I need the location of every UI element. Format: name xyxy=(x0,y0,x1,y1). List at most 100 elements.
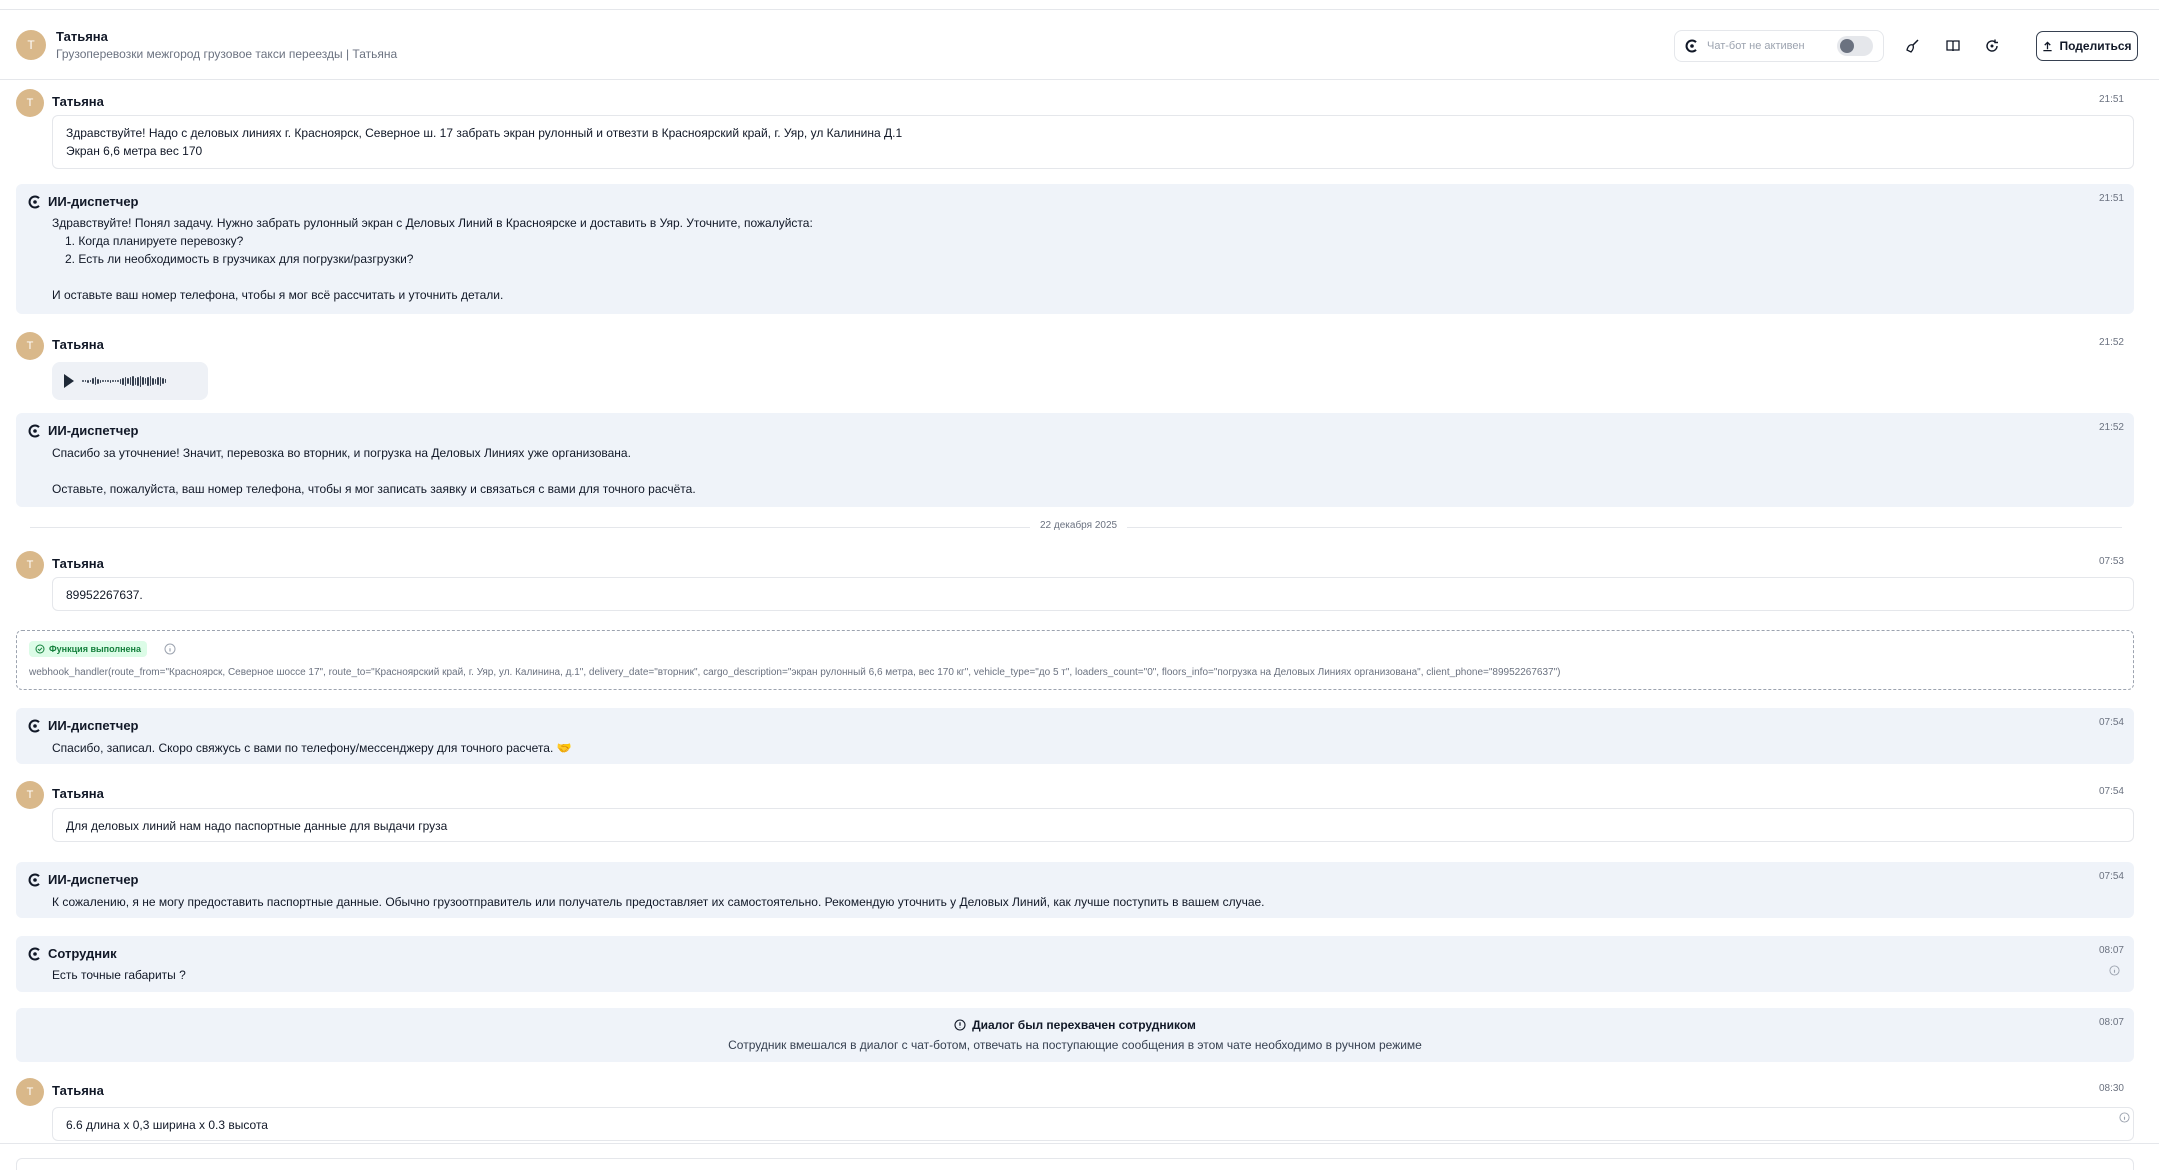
message-text: Здравствуйте! Надо с деловых линиях г. К… xyxy=(66,126,903,140)
contact-avatar: Т xyxy=(16,30,46,60)
share-label: Поделиться xyxy=(2059,39,2132,53)
waveform-bar xyxy=(144,378,146,384)
bottom-divider xyxy=(0,1143,2159,1144)
message-time: 08:30 xyxy=(2098,1083,2124,1094)
message-bubble: 6.6 длина х 0,3 ширина х 0.3 высота xyxy=(52,1107,2134,1141)
book-icon[interactable] xyxy=(1941,34,1965,58)
waveform-bar xyxy=(92,378,94,384)
message-text: Для деловых линий нам надо паспортные да… xyxy=(66,819,448,833)
share-button[interactable]: Поделиться xyxy=(2036,31,2138,61)
message-time: 21:51 xyxy=(2098,193,2124,204)
message-user: Т Татьяна 07:54 Для деловых линий нам на… xyxy=(16,781,2134,843)
waveform-bar xyxy=(84,380,86,382)
waveform-bar xyxy=(157,377,159,385)
message-author: Татьяна xyxy=(52,94,104,109)
message-time: 21:52 xyxy=(2098,422,2124,433)
message-user: Т Татьяна 08:30 6.6 длина х 0,3 ширина х… xyxy=(16,1078,2134,1142)
bot-logo-icon xyxy=(28,424,40,437)
message-text: Экран 6,6 метра вес 170 xyxy=(66,144,203,158)
message-text: И оставьте ваш номер телефона, чтобы я м… xyxy=(52,288,504,302)
message-bot: ИИ-диспетчер 21:52 Спасибо за уточнение!… xyxy=(16,413,2134,507)
message-author: Татьяна xyxy=(52,337,104,352)
message-text: 6.6 длина х 0,3 ширина х 0.3 высота xyxy=(66,1118,268,1132)
message-time: 21:52 xyxy=(2098,337,2124,348)
bot-logo-icon xyxy=(1685,39,1697,53)
bot-logo-icon xyxy=(28,947,40,960)
waveform-bar xyxy=(152,377,154,385)
user-avatar: Т xyxy=(16,551,44,579)
contact-subtitle: Грузоперевозки межгород грузовое такси п… xyxy=(56,47,398,61)
date-divider-label: 22 декабря 2025 xyxy=(1030,520,1128,531)
intercept-description: Сотрудник вмешался в диалог с чат-ботом,… xyxy=(728,1038,1422,1052)
waveform-bar xyxy=(142,377,144,385)
message-time: 08:07 xyxy=(2098,945,2124,956)
message-author: ИИ-диспетчер xyxy=(48,872,139,887)
message-user: Т Татьяна 21:51 Здравствуйте! Надо с дел… xyxy=(16,89,2134,169)
refresh-chat-icon[interactable] xyxy=(1980,34,2004,58)
upload-icon xyxy=(2043,40,2053,51)
broom-icon[interactable] xyxy=(1901,34,1925,58)
play-icon[interactable] xyxy=(64,374,74,388)
message-time: 07:53 xyxy=(2098,556,2124,567)
waveform-bar xyxy=(159,376,161,386)
info-icon[interactable] xyxy=(2109,965,2120,976)
waveform-bar xyxy=(119,378,121,384)
waveform-bar xyxy=(124,376,126,386)
message-text: К сожалению, я не могу предоставить пасп… xyxy=(52,895,1265,909)
check-circle-icon xyxy=(35,644,45,654)
waveform-bar xyxy=(82,380,84,382)
message-time: 07:54 xyxy=(2098,786,2124,797)
message-author: ИИ-диспетчер xyxy=(48,718,139,733)
intercept-title: Диалог был перехвачен сотрудником xyxy=(972,1018,1196,1032)
message-author: ИИ-диспетчер xyxy=(48,194,139,209)
bot-logo-icon xyxy=(28,195,40,208)
waveform-bar xyxy=(89,380,91,382)
waveform-bar xyxy=(137,376,139,386)
message-author: Татьяна xyxy=(52,1083,104,1098)
contact-name: Татьяна xyxy=(56,29,108,44)
function-call-block: Функция выполнена webhook_handler(route_… xyxy=(16,630,2134,690)
message-author: Татьяна xyxy=(52,556,104,571)
waveform-bar xyxy=(117,380,119,382)
user-avatar: Т xyxy=(16,781,44,809)
waveform-bar xyxy=(129,377,131,385)
chat-header: Т Татьяна Грузоперевозки межгород грузов… xyxy=(0,10,2159,80)
waveform-bar xyxy=(97,378,99,384)
message-bubble: Для деловых линий нам надо паспортные да… xyxy=(52,808,2134,842)
function-call-text: webhook_handler(route_from="Красноярск, … xyxy=(29,667,1561,678)
waveform-bar xyxy=(132,376,134,386)
chatbot-toggle-switch[interactable] xyxy=(1837,36,1873,56)
user-avatar: Т xyxy=(16,1078,44,1106)
waveform-bar xyxy=(109,379,111,383)
waveform-bar xyxy=(112,380,114,382)
waveform-bar xyxy=(122,377,124,385)
message-bot: ИИ-диспетчер 07:54 К сожалению, я не мог… xyxy=(16,862,2134,918)
bot-logo-icon xyxy=(28,719,40,732)
message-composer[interactable] xyxy=(16,1158,2134,1170)
user-avatar: Т xyxy=(16,332,44,360)
waveform-bar xyxy=(149,376,151,386)
waveform-bar xyxy=(134,377,136,385)
message-author: ИИ-диспетчер xyxy=(48,423,139,438)
chatbot-status-control[interactable]: Чат-бот не активен xyxy=(1674,30,1884,62)
message-text: 89952267637. xyxy=(66,588,143,602)
message-time: 07:54 xyxy=(2098,871,2124,882)
waveform-bar xyxy=(162,378,164,384)
message-text: Спасибо, записал. Скоро свяжусь с вами п… xyxy=(52,741,554,755)
message-text: Спасибо за уточнение! Значит, перевозка … xyxy=(52,446,631,460)
message-author: Татьяна xyxy=(52,786,104,801)
chatbot-status-label: Чат-бот не активен xyxy=(1707,40,1805,52)
info-icon[interactable] xyxy=(164,643,176,655)
list-item: 1. Когда планируете перевозку? xyxy=(65,234,244,248)
info-icon[interactable] xyxy=(2119,1112,2130,1123)
waveform-bar xyxy=(127,378,129,384)
voice-message[interactable] xyxy=(52,362,208,400)
waveform-bar xyxy=(114,380,116,382)
waveform-bar xyxy=(87,379,89,383)
handshake-emoji: 🤝 xyxy=(556,741,572,755)
waveform[interactable] xyxy=(82,374,166,388)
intercept-notice: Диалог был перехвачен сотрудником Сотруд… xyxy=(16,1008,2134,1062)
waveform-bar xyxy=(104,380,106,382)
waveform-bar xyxy=(102,380,104,382)
waveform-bar xyxy=(107,380,109,382)
